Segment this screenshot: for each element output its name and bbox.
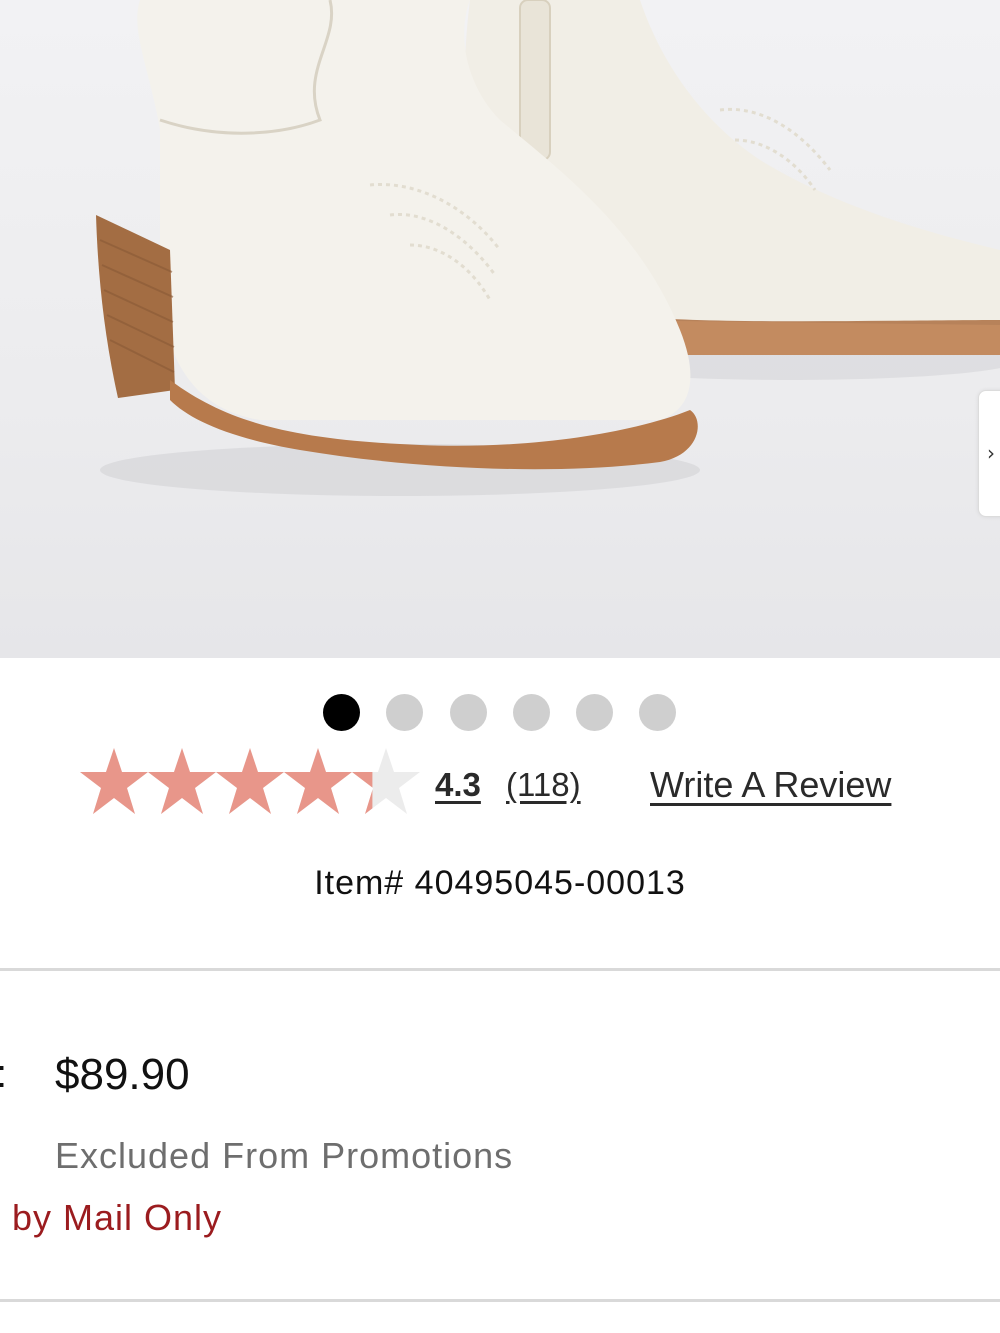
mail-only-note: by Mail Only	[12, 1197, 223, 1238]
rating-value[interactable]: 4.3	[435, 766, 481, 804]
price: $89.90	[55, 1050, 190, 1099]
price-label-fragment: :	[0, 1052, 7, 1097]
divider	[0, 968, 1000, 971]
gallery-dot[interactable]	[576, 694, 613, 731]
promo-exclusion-note: Excluded From Promotions	[55, 1135, 514, 1176]
gallery-dot[interactable]	[450, 694, 487, 731]
boots-illustration	[96, 0, 1000, 496]
rating-row: 4.3 (118) Write A Review	[80, 748, 940, 828]
gallery-dot[interactable]	[386, 694, 423, 731]
review-count-link[interactable]: (118)	[506, 766, 581, 804]
item-number: Item# 40495045-00013	[314, 864, 686, 902]
divider	[0, 1299, 1000, 1302]
gallery-dot[interactable]	[513, 694, 550, 731]
chevron-right-icon: ›	[987, 441, 995, 465]
write-review-link[interactable]: Write A Review	[650, 764, 891, 806]
star-rating[interactable]	[80, 748, 420, 818]
gallery-next-button[interactable]: ›	[978, 390, 1000, 517]
product-image[interactable]: ›	[0, 0, 1000, 658]
gallery-dot[interactable]	[323, 694, 360, 731]
gallery-dot[interactable]	[639, 694, 676, 731]
star-icon	[352, 748, 420, 814]
